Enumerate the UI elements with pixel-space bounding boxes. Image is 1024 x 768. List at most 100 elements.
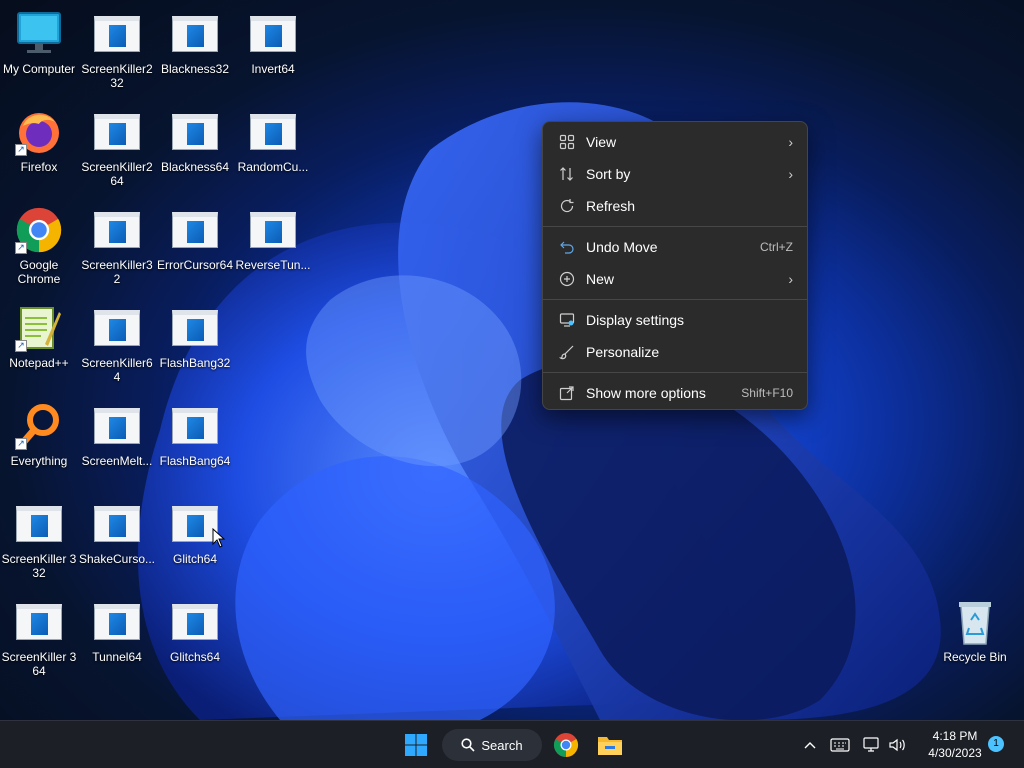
clock-time: 4:18 PM: [932, 729, 978, 743]
desktop-icon[interactable]: ShakeCurso...: [78, 490, 156, 582]
menu-item-view[interactable]: View ›: [543, 126, 807, 158]
menu-item-display-settings[interactable]: Display settings: [543, 304, 807, 336]
notepad-plus-plus-icon: ↗: [15, 304, 63, 352]
desktop-icon-label: Glitchs64: [169, 650, 221, 664]
desktop-context-menu: View › Sort by › Refresh Undo Move Ctrl+…: [542, 121, 808, 410]
desktop-icon-label: ScreenKiller32: [81, 258, 153, 286]
chevron-right-icon: ›: [788, 166, 793, 182]
menu-item-show-more-options[interactable]: Show more options Shift+F10: [543, 377, 807, 409]
display-settings-icon: [558, 311, 576, 329]
desktop-icon-label: My Computer: [2, 62, 76, 76]
refresh-icon: [558, 197, 576, 215]
desktop-icon-label: ScreenKiller2 32: [81, 62, 153, 90]
menu-item-label: Undo Move: [586, 239, 658, 255]
exe-icon: [171, 304, 219, 352]
menu-item-label: Refresh: [586, 198, 636, 214]
shortcut-arrow-icon: ↗: [15, 438, 27, 450]
desktop-icon-label: Tunnel64: [92, 650, 142, 664]
desktop-icon-label: Everything: [10, 454, 68, 468]
desktop-icon-label: Blackness64: [160, 160, 230, 174]
menu-separator: [543, 372, 807, 373]
desktop-icon-label: Invert64: [251, 62, 295, 76]
exe-icon: [93, 206, 141, 254]
desktop-icon[interactable]: Blackness64: [156, 98, 234, 190]
sort-icon: [558, 165, 576, 183]
exe-icon: [93, 402, 141, 450]
shortcut-arrow-icon: ↗: [15, 340, 27, 352]
desktop-icon-label: FlashBang64: [159, 454, 231, 468]
everything-search-icon: ↗: [15, 402, 63, 450]
desktop-icon[interactable]: ReverseTun...: [234, 196, 312, 288]
clock-date: 4/30/2023: [928, 746, 982, 760]
menu-separator: [543, 226, 807, 227]
menu-item-refresh[interactable]: Refresh: [543, 190, 807, 222]
taskbar: Search 4:18 PM 4/30/2023: [0, 720, 1024, 768]
desktop-icon[interactable]: ScreenKiller 3 32: [0, 490, 78, 582]
brush-icon: [558, 343, 576, 361]
grid-view-icon: [558, 133, 576, 151]
desktop-icon[interactable]: ScreenMelt...: [78, 392, 156, 484]
exe-icon: [15, 598, 63, 646]
exe-icon: [171, 402, 219, 450]
taskbar-clock[interactable]: 4:18 PM 4/30/2023: [912, 728, 998, 762]
desktop-icon[interactable]: ↗ Notepad++: [0, 294, 78, 386]
exe-icon: [249, 108, 297, 156]
desktop-icon[interactable]: ↗ Everything: [0, 392, 78, 484]
keyboard-tray-button[interactable]: [830, 721, 850, 768]
recycle-bin-icon: [951, 598, 999, 646]
desktop-icon[interactable]: FlashBang64: [156, 392, 234, 484]
notification-badge[interactable]: 1: [988, 736, 1004, 752]
desktop-icon[interactable]: ↗ Firefox: [0, 98, 78, 190]
exe-icon: [93, 598, 141, 646]
shortcut-text: Shift+F10: [741, 386, 793, 400]
exe-icon: [93, 500, 141, 548]
desktop-icon[interactable]: ErrorCursor64: [156, 196, 234, 288]
desktop-icon[interactable]: ScreenKiller 3 64: [0, 588, 78, 680]
exe-icon: [93, 10, 141, 58]
exe-icon: [249, 10, 297, 58]
menu-item-label: View: [586, 134, 617, 150]
chevron-right-icon: ›: [788, 134, 793, 150]
desktop-icon[interactable]: My Computer: [0, 0, 78, 92]
search-label: Search: [481, 737, 523, 753]
taskbar-search-button[interactable]: Search: [442, 729, 542, 761]
desktop-icon-label: ScreenKiller2 64: [81, 160, 153, 188]
start-button[interactable]: [398, 727, 434, 763]
show-hidden-icons-icon[interactable]: [800, 737, 820, 753]
desktop-icon[interactable]: FlashBang32: [156, 294, 234, 386]
desktop-icon[interactable]: Blackness32: [156, 0, 234, 92]
exe-icon: [93, 304, 141, 352]
plus-circle-icon: [558, 270, 576, 288]
mouse-cursor-icon: [212, 528, 226, 548]
desktop-icon[interactable]: Tunnel64: [78, 588, 156, 680]
menu-item-undo-move[interactable]: Undo Move Ctrl+Z: [543, 231, 807, 263]
menu-item-new[interactable]: New ›: [543, 263, 807, 295]
shortcut-arrow-icon: ↗: [15, 144, 27, 156]
desktop-icon-label: ErrorCursor64: [156, 258, 234, 272]
desktop-icon-label: Recycle Bin: [943, 650, 1007, 664]
menu-item-personalize[interactable]: Personalize: [543, 336, 807, 368]
exe-icon: [15, 500, 63, 548]
desktop-icon[interactable]: Invert64: [234, 0, 312, 92]
exe-icon: [93, 108, 141, 156]
shortcut-text: Ctrl+Z: [760, 240, 793, 254]
desktop-icon-label: ScreenMelt...: [81, 454, 153, 468]
desktop-icon[interactable]: ScreenKiller64: [78, 294, 156, 386]
menu-item-label: Show more options: [586, 385, 706, 401]
desktop-icon-label: Notepad++: [9, 356, 69, 370]
desktop-icon[interactable]: ↗ Google Chrome: [0, 196, 78, 288]
desktop-icon[interactable]: ScreenKiller2 32: [78, 0, 156, 92]
desktop-icon[interactable]: RandomCu...: [234, 98, 312, 190]
desktop-icon[interactable]: Recycle Bin: [936, 588, 1014, 680]
menu-item-label: Display settings: [586, 312, 685, 328]
menu-item-label: New: [586, 271, 615, 287]
exe-icon: [249, 206, 297, 254]
desktop-icon[interactable]: ScreenKiller2 64: [78, 98, 156, 190]
menu-item-sort-by[interactable]: Sort by ›: [543, 158, 807, 190]
taskbar-file-explorer-button[interactable]: [592, 727, 628, 763]
desktop-icon[interactable]: Glitchs64: [156, 588, 234, 680]
chrome-icon: ↗: [15, 206, 63, 254]
desktop-icon[interactable]: ScreenKiller32: [78, 196, 156, 288]
taskbar-chrome-button[interactable]: [548, 727, 584, 763]
network-volume-tray-button[interactable]: [862, 721, 908, 768]
